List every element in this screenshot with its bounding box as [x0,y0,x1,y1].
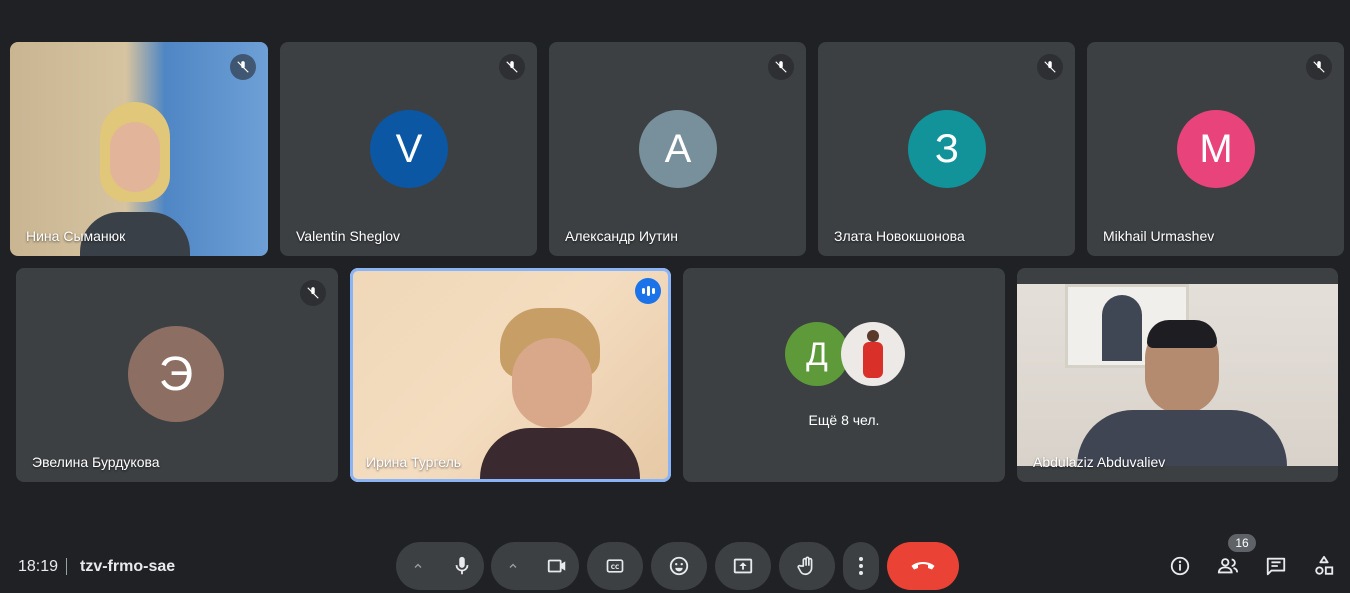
mic-button[interactable] [440,542,484,590]
mic-off-icon [300,280,326,306]
people-count-badge: 16 [1228,534,1256,552]
participant-tile[interactable]: V Valentin Sheglov [280,42,537,256]
raise-hand-button[interactable] [779,542,835,590]
participant-name: Нина Сыманюк [26,228,126,244]
people-icon [1217,558,1239,574]
participant-tile[interactable]: З Злата Новокшонова [818,42,1075,256]
participant-tile-speaking[interactable]: Ирина Тургель [350,268,671,482]
participant-name: Abdulaziz Abduvaliev [1033,454,1166,470]
meeting-time: 18:19 [18,558,59,575]
video-control-group [491,542,579,590]
participant-avatar: M [1177,110,1255,188]
audio-control-group [396,542,484,590]
bottom-toolbar: 18:19 tzv-frmo-sae CC [0,538,1350,593]
participant-name: Эвелина Бурдукова [32,454,160,470]
mic-off-icon [230,54,256,80]
mic-off-icon [768,54,794,80]
overflow-tile[interactable]: Д Ещё 8 чел. [683,268,1005,482]
participant-name: Ирина Тургель [366,454,462,470]
chat-button[interactable] [1262,552,1290,580]
person-silhouette [1077,320,1287,466]
mic-off-icon [1306,54,1332,80]
participant-name: Злата Новокшонова [834,228,965,244]
participant-tile[interactable]: Э Эвелина Бурдукова [16,268,338,482]
participant-avatar: Э [128,326,224,422]
overflow-avatar-photo [841,322,905,386]
participant-avatar: V [370,110,448,188]
speaking-indicator-icon [635,278,661,304]
activities-button[interactable] [1310,552,1338,580]
person-silhouette [480,308,640,482]
video-options-chevron-up-icon[interactable] [491,542,535,590]
more-vert-icon [859,557,863,575]
svg-text:CC: CC [611,565,620,571]
participant-name: Mikhail Urmashev [1103,228,1215,244]
chat-icon [1266,557,1286,576]
captions-icon: CC [606,559,624,573]
overflow-label: Ещё 8 чел. [808,412,880,428]
camera-button[interactable] [535,542,579,590]
people-button[interactable] [1214,552,1242,580]
participant-tile[interactable]: Abdulaziz Abduvaliev [1017,268,1338,482]
info-icon [1170,556,1190,576]
divider [66,558,67,575]
hand-icon [797,556,813,576]
activities-shapes-icon [1315,555,1334,575]
camera-icon [547,559,566,573]
more-options-button[interactable] [843,542,879,590]
present-screen-icon [733,558,753,574]
overflow-avatar-initial: Д [785,322,849,386]
participant-name: Александр Иутин [565,228,678,244]
hang-up-icon [911,562,935,570]
captions-button[interactable]: CC [587,542,643,590]
participant-name: Valentin Sheglov [296,228,401,244]
meeting-details-button[interactable] [1166,552,1194,580]
mic-off-icon [499,54,525,80]
reactions-button[interactable] [651,542,707,590]
participant-avatar: З [908,110,986,188]
mic-off-icon [1037,54,1063,80]
participant-tile[interactable]: A Александр Иутин [549,42,806,256]
participant-avatar: A [639,110,717,188]
participant-tile[interactable]: Нина Сыманюк [10,42,268,256]
emoji-icon [669,556,689,576]
meeting-code: tzv-frmo-sae [80,558,176,575]
present-button[interactable] [715,542,771,590]
mic-icon [455,556,469,575]
leave-call-button[interactable] [887,542,959,590]
participant-tile[interactable]: M Mikhail Urmashev [1087,42,1344,256]
audio-options-chevron-up-icon[interactable] [396,542,440,590]
